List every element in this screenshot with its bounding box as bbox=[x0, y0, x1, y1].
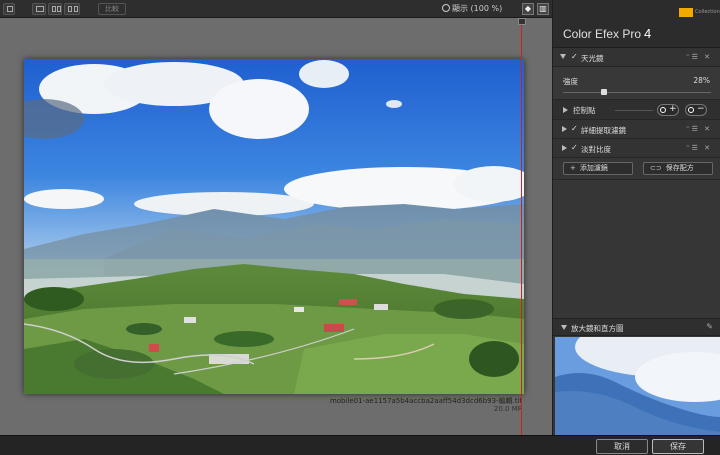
filter-row-contrast[interactable]: ✓ 淡對比度 ⁼☰ ✕ bbox=[553, 139, 720, 158]
preview-mode-icon[interactable] bbox=[3, 3, 15, 15]
add-control-point-button[interactable]: + bbox=[657, 104, 679, 116]
pin-icon[interactable]: ✎ bbox=[706, 322, 713, 331]
strength-value: 28% bbox=[693, 76, 710, 85]
filter-row-detail-extractor[interactable]: ✓ 詳細提取濾鏡 ⁼☰ ✕ bbox=[553, 120, 720, 139]
divider bbox=[615, 110, 653, 111]
save-button[interactable]: 保存 bbox=[652, 439, 704, 454]
remove-control-point-button[interactable]: − bbox=[685, 104, 707, 116]
filter-row-skylight[interactable]: ✓ 天光鏡 ⁼☰ ✕ bbox=[553, 48, 720, 67]
side-by-side-icon[interactable] bbox=[64, 3, 80, 15]
top-toolbar: 比較 顯示 (100 %) ◆ ▥ bbox=[0, 0, 552, 18]
cancel-button[interactable]: 取消 bbox=[596, 439, 648, 454]
strength-slider-track[interactable] bbox=[563, 92, 711, 93]
add-filter-button[interactable]: + 添加濾鏡 bbox=[563, 162, 633, 175]
expand-right-icon[interactable] bbox=[562, 145, 567, 151]
bottom-bar: 取消 保存 bbox=[0, 435, 720, 455]
loupe-preview bbox=[555, 337, 720, 435]
strength-slider-handle[interactable] bbox=[601, 89, 608, 95]
expand-right-icon[interactable] bbox=[563, 107, 568, 113]
expand-down-icon[interactable] bbox=[561, 325, 567, 330]
logo-text: Collection bbox=[695, 9, 720, 15]
split-handle-icon[interactable] bbox=[518, 18, 526, 25]
plus-icon: + bbox=[570, 164, 576, 172]
split-preview-line[interactable] bbox=[521, 18, 522, 435]
loupe-label: 放大鏡和直方圖 bbox=[571, 324, 624, 333]
loupe-histogram-header[interactable]: 放大鏡和直方圖 ✎ bbox=[553, 318, 720, 336]
filter-controls-icon[interactable]: ⁼☰ ✕ bbox=[686, 125, 712, 133]
recipe-icon: ⊂⊃ bbox=[650, 164, 662, 172]
image-canvas[interactable]: mobile01-ae1157a5b4accba2aaff54d3dcd6b93… bbox=[0, 18, 552, 435]
expand-down-icon[interactable] bbox=[560, 54, 566, 59]
filter-panel: Collection Color Efex Pro 4 ✓ 天光鏡 ⁼☰ ✕ 強度… bbox=[552, 0, 720, 435]
filter-actions: + 添加濾鏡 ⊂⊃ 保存配方 bbox=[553, 158, 720, 180]
single-view-icon[interactable] bbox=[32, 3, 46, 15]
filter-enabled-checkbox[interactable]: ✓ bbox=[571, 143, 578, 152]
filter-controls-icon[interactable]: ⁼☰ ✕ bbox=[686, 53, 712, 61]
file-size: 20.0 MP bbox=[493, 405, 522, 413]
strength-control: 強度 28% bbox=[553, 67, 720, 100]
control-points-row: 控制點 + − bbox=[553, 100, 720, 120]
product-title: Color Efex Pro 4 bbox=[563, 26, 651, 41]
filter-label: 淡對比度 bbox=[581, 145, 611, 154]
zoom-dropdown[interactable]: 顯示 (100 %) bbox=[452, 3, 502, 15]
panel-toggle-icon[interactable]: ▥ bbox=[537, 3, 549, 15]
filter-enabled-checkbox[interactable]: ✓ bbox=[571, 52, 578, 61]
panel-header: Collection Color Efex Pro 4 bbox=[553, 0, 720, 48]
product-name: Color Efex Pro bbox=[563, 27, 642, 41]
filter-label: 詳細提取濾鏡 bbox=[581, 126, 626, 135]
save-recipe-button[interactable]: ⊂⊃ 保存配方 bbox=[643, 162, 713, 175]
loupe-image bbox=[555, 337, 720, 435]
filter-controls-icon[interactable]: ⁼☰ ✕ bbox=[686, 144, 712, 152]
photo-image bbox=[24, 59, 524, 394]
app-window: 比較 顯示 (100 %) ◆ ▥ mobile01-ae1157a5b4acc… bbox=[0, 0, 720, 455]
zoom-icon[interactable] bbox=[442, 4, 450, 12]
filter-label: 天光鏡 bbox=[581, 54, 604, 63]
product-version: 4 bbox=[644, 26, 652, 41]
split-view-icon[interactable] bbox=[48, 3, 62, 15]
nik-logo-icon bbox=[679, 8, 693, 17]
landscape-photo[interactable] bbox=[24, 59, 524, 394]
expand-right-icon[interactable] bbox=[562, 126, 567, 132]
filter-enabled-checkbox[interactable]: ✓ bbox=[571, 124, 578, 133]
strength-label: 強度 bbox=[563, 77, 578, 86]
compare-button[interactable]: 比較 bbox=[98, 3, 126, 15]
split-marker-icon[interactable]: ◆ bbox=[522, 3, 534, 15]
control-points-label: 控制點 bbox=[573, 106, 596, 115]
